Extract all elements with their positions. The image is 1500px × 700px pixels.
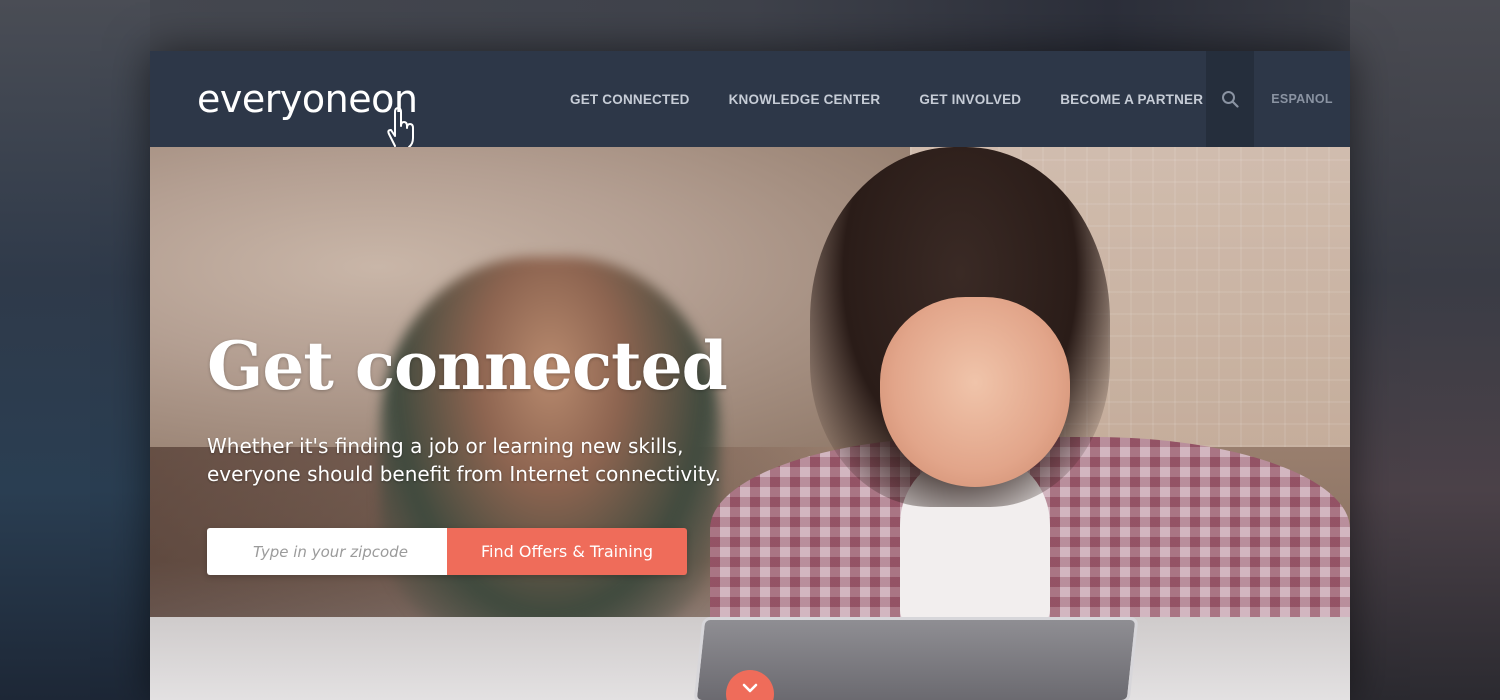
search-icon bbox=[1222, 91, 1239, 108]
nav-knowledge-center[interactable]: KNOWLEDGE CENTER bbox=[729, 92, 881, 107]
zipcode-input[interactable] bbox=[207, 528, 447, 575]
site-header: everyoneon GET CONNECTED KNOWLEDGE CENTE… bbox=[150, 51, 1350, 148]
hero-photo-girl-face bbox=[880, 297, 1070, 487]
hero-subtitle: Whether it's finding a job or learning n… bbox=[207, 434, 722, 486]
chevron-down-icon bbox=[742, 683, 758, 693]
find-offers-button[interactable]: Find Offers & Training bbox=[447, 528, 687, 575]
backdrop-top bbox=[150, 0, 1350, 51]
backdrop-right bbox=[1350, 0, 1500, 700]
website-frame: everyoneon GET CONNECTED KNOWLEDGE CENTE… bbox=[150, 51, 1350, 700]
hero-title: Get connected bbox=[207, 327, 728, 405]
nav-get-involved[interactable]: GET INVOLVED bbox=[919, 92, 1021, 107]
search-button[interactable] bbox=[1206, 51, 1254, 147]
zipcode-search-form: Find Offers & Training bbox=[207, 528, 687, 575]
language-toggle[interactable]: ESPANOL bbox=[1254, 51, 1350, 147]
main-nav: GET CONNECTED KNOWLEDGE CENTER GET INVOL… bbox=[570, 51, 1242, 147]
pointer-hand-icon bbox=[387, 107, 414, 148]
nav-become-a-partner[interactable]: BECOME A PARTNER bbox=[1060, 92, 1203, 107]
backdrop-left bbox=[0, 0, 150, 700]
hero-section: Get connected Whether it's finding a job… bbox=[150, 147, 1350, 700]
nav-get-connected[interactable]: GET CONNECTED bbox=[570, 92, 690, 107]
